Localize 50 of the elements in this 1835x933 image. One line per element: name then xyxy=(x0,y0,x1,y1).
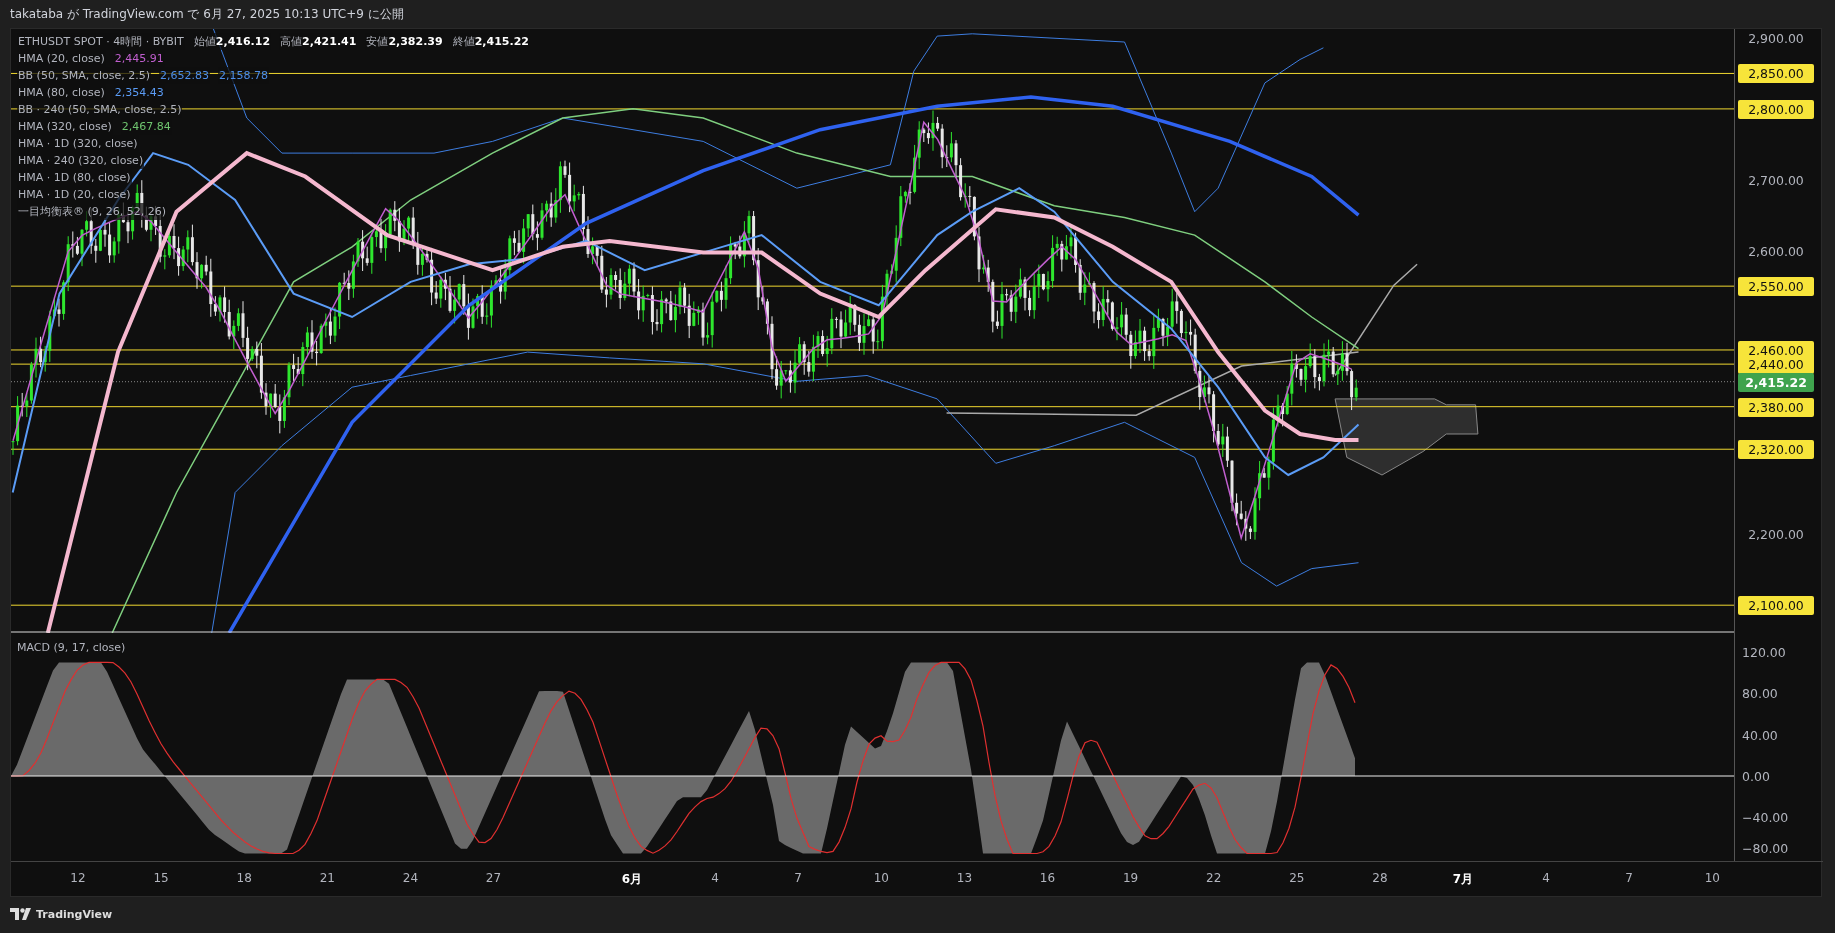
macd-axis-label: 80.00 xyxy=(1741,685,1779,704)
price-axis-label: 2,100.00 xyxy=(1738,596,1814,616)
date-label: 10 xyxy=(873,871,889,885)
date-label: 16 xyxy=(1039,871,1056,885)
price-axis-label: 2,900.00 xyxy=(1747,30,1805,48)
date-label: 19 xyxy=(1122,871,1139,885)
indicator-name: 一目均衡表® (9, 26, 52, 26) xyxy=(17,203,168,220)
date-label: 7 xyxy=(1625,871,1633,885)
macd-axis-label: 120.00 xyxy=(1741,644,1787,663)
symbol-title: ETHUSDT SPOT · 4時間 · BYBIT xyxy=(17,33,185,50)
date-label: 22 xyxy=(1206,871,1222,885)
logo-icon xyxy=(10,908,32,920)
date-label: 18 xyxy=(236,871,252,885)
date-label: 4 xyxy=(711,871,719,885)
price-axis-label: 2,700.00 xyxy=(1747,171,1805,190)
indicator-value: 2,158.78 xyxy=(217,67,269,84)
price-axis-label: 2,850.00 xyxy=(1738,64,1814,84)
price-axis-label: 2,800.00 xyxy=(1738,99,1814,119)
price-axis-label: 2,440.00 xyxy=(1738,355,1814,375)
macd-label: MACD (9, 17, close) xyxy=(17,641,126,654)
date-label: 15 xyxy=(153,871,169,885)
ohlc-value: 始値2,416.12 xyxy=(192,33,272,50)
date-label: 25 xyxy=(1289,871,1305,885)
date-label: 4 xyxy=(1542,871,1550,885)
macd-axis-label: 40.00 xyxy=(1741,726,1779,745)
ohlc-value: 終値2,415.22 xyxy=(451,33,530,50)
macd-axis-label: −80.00 xyxy=(1741,840,1790,858)
ohlc-value: 安値2,382.39 xyxy=(365,33,444,50)
date-label: 6月 xyxy=(621,871,643,888)
date-label: 28 xyxy=(1372,871,1388,885)
indicator-name: HMA · 1D (20, close) xyxy=(17,186,132,203)
price-axis-label: 2,550.00 xyxy=(1738,277,1814,297)
date-label: 27 xyxy=(485,871,502,885)
date-label: 7月 xyxy=(1452,871,1474,888)
date-label: 7 xyxy=(794,871,802,885)
price-axis-label: 2,600.00 xyxy=(1747,242,1805,261)
brand-name: TradingView xyxy=(36,907,113,921)
ohlc-value: 高値2,421.41 xyxy=(279,33,358,50)
macd-axis-label: −40.00 xyxy=(1741,809,1790,828)
date-label: 21 xyxy=(319,871,335,885)
date-label: 10 xyxy=(1704,871,1720,885)
price-axis-label: 2,415.22 xyxy=(1738,372,1814,392)
date-label: 24 xyxy=(402,871,419,885)
publish-info: takataba が TradingView.com で 6月 27, 2025 10:13 UTC+9 に公開 xyxy=(9,6,405,23)
date-label: 12 xyxy=(70,871,86,885)
price-axis-label: 2,200.00 xyxy=(1747,526,1805,545)
date-label: 13 xyxy=(956,871,973,885)
macd-axis-label: 0.00 xyxy=(1741,768,1771,786)
price-axis-label: 2,380.00 xyxy=(1738,397,1814,417)
price-axis-label: 2,320.00 xyxy=(1738,440,1814,460)
